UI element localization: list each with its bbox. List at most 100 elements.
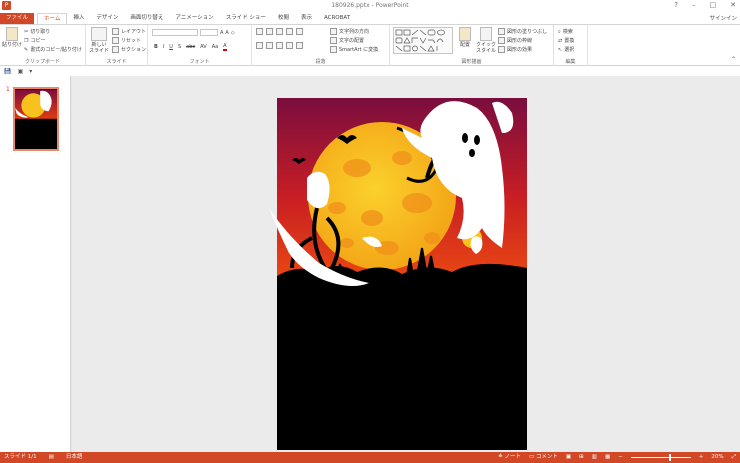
select-button[interactable]: ↖ 選択 — [558, 46, 574, 54]
section-button[interactable]: セクション — [112, 46, 146, 53]
tab-review[interactable]: 校閲 — [272, 13, 295, 24]
strikethrough-button[interactable]: abc — [186, 44, 195, 50]
tab-animations[interactable]: アニメーション — [169, 13, 219, 24]
zoom-out-button[interactable]: − — [618, 452, 623, 463]
tab-acrobat[interactable]: ACROBAT — [318, 13, 356, 24]
customize-qat-icon[interactable]: ▾ — [29, 68, 32, 75]
tab-design[interactable]: デザイン — [90, 13, 124, 24]
slideshow-view-icon[interactable]: ▦ — [605, 452, 610, 463]
bullets-icon[interactable] — [256, 28, 263, 35]
search-icon: ⌕ — [558, 28, 561, 35]
align-right-icon[interactable] — [276, 42, 283, 49]
text-direction-icon — [330, 28, 337, 35]
thumbnail-image — [15, 89, 57, 149]
select-arrow-icon: ↖ — [558, 46, 563, 53]
workspace: 1 — [0, 76, 740, 452]
smartart-button[interactable]: SmartArt に変換 — [330, 46, 378, 53]
spellcheck-icon[interactable]: ▤ — [49, 452, 54, 463]
slide-sorter-icon[interactable]: ⊞ — [579, 452, 584, 463]
smartart-icon — [330, 46, 337, 53]
shape-outline-button[interactable]: 図形の枠線 — [498, 37, 532, 44]
paste-icon — [6, 27, 18, 41]
shape-effects-button[interactable]: 図形の効果 — [498, 46, 532, 53]
comments-button[interactable]: ▭ コメント — [529, 452, 558, 463]
zoom-in-button[interactable]: + — [699, 452, 704, 463]
signin-link[interactable]: サインイン — [709, 14, 737, 22]
slide-canvas[interactable] — [269, 98, 527, 450]
save-icon[interactable]: 💾︎ — [4, 68, 12, 75]
close-button[interactable]: ✕ — [730, 1, 736, 9]
copy-button[interactable]: ❐ コピー — [24, 37, 46, 45]
numbering-icon[interactable] — [266, 28, 273, 35]
editing-group: ⌕ 検索 ⇄ 置換 ↖ 選択 編集 — [554, 25, 588, 66]
slide-thumbnail[interactable] — [13, 87, 59, 151]
align-text-button[interactable]: 文字の配置 — [330, 37, 364, 44]
text-direction-button[interactable]: 文字列の方向 — [330, 28, 369, 35]
find-button[interactable]: ⌕ 検索 — [558, 28, 573, 36]
copy-icon: ❐ — [24, 37, 29, 44]
new-slide-button[interactable]: 新しい スライド — [89, 27, 109, 54]
tab-insert[interactable]: 挿入 — [67, 13, 90, 24]
grow-font-icon[interactable]: A — [220, 30, 223, 36]
italic-button[interactable]: I — [163, 44, 164, 50]
help-icon[interactable]: ? — [674, 1, 678, 9]
arrange-button[interactable]: 配置 — [456, 27, 474, 48]
bold-button[interactable]: B — [154, 44, 158, 50]
effects-icon — [498, 46, 505, 53]
replace-icon: ⇄ — [558, 37, 563, 44]
underline-button[interactable]: U — [169, 44, 173, 50]
shadow-button[interactable]: S — [178, 44, 181, 50]
font-group: A A ◇ B I U S abc AV Aa A フォント — [148, 25, 252, 66]
slide-editor — [72, 76, 740, 452]
window-title: 180926.pptx - PowerPoint — [331, 2, 409, 9]
tab-home[interactable]: ホーム — [37, 13, 68, 24]
char-spacing-button[interactable]: AV — [200, 44, 207, 50]
quick-access-bar: 💾︎ ▣ ▾ — [0, 66, 740, 76]
start-slideshow-icon[interactable]: ▣ — [18, 68, 24, 75]
reset-icon — [112, 37, 119, 44]
maximize-button[interactable]: □ — [710, 1, 717, 9]
shapes-gallery[interactable] — [393, 27, 453, 54]
increase-indent-icon[interactable] — [286, 28, 293, 35]
layout-button[interactable]: レイアウト — [112, 28, 146, 35]
replace-button[interactable]: ⇄ 置換 — [558, 37, 574, 45]
collapse-ribbon-icon[interactable]: ⌃ — [731, 56, 736, 63]
reset-button[interactable]: リセット — [112, 37, 141, 44]
tab-slideshow[interactable]: スライド ショー — [220, 13, 272, 24]
zoom-slider-thumb[interactable] — [668, 454, 671, 461]
justify-icon[interactable] — [286, 42, 293, 49]
brush-icon: ✎ — [24, 46, 29, 53]
shrink-font-icon[interactable]: A — [225, 30, 228, 36]
halloween-illustration — [269, 98, 527, 450]
slides-group: 新しい スライド レイアウト リセット セクション スライド — [86, 25, 148, 66]
notes-button[interactable]: ≙ ノート — [498, 452, 521, 463]
quick-styles-button[interactable]: クイック スタイル — [476, 27, 496, 54]
line-spacing-icon[interactable] — [296, 28, 303, 35]
align-center-icon[interactable] — [266, 42, 273, 49]
change-case-button[interactable]: Aa — [212, 44, 218, 50]
reading-view-icon[interactable]: ▥ — [592, 452, 597, 463]
decrease-indent-icon[interactable] — [276, 28, 283, 35]
minimize-button[interactable]: – — [692, 1, 696, 9]
status-bar: スライド 1/1 ▤ 日本語 ≙ ノート ▭ コメント ▣ ⊞ ▥ ▦ − + … — [0, 452, 740, 463]
font-size-combo[interactable] — [200, 29, 218, 36]
columns-icon[interactable] — [296, 42, 303, 49]
language-indicator[interactable]: 日本語 — [66, 452, 83, 463]
font-color-button[interactable]: A — [223, 43, 227, 51]
tab-transitions[interactable]: 画面切り替え — [124, 13, 169, 24]
paragraph-group: 文字列の方向 文字の配置 SmartArt に変換 段落 — [252, 25, 390, 66]
cut-button[interactable]: ✂ 切り取り — [24, 28, 50, 36]
normal-view-icon[interactable]: ▣ — [566, 452, 571, 463]
format-painter-button[interactable]: ✎ 書式のコピー/貼り付け — [24, 46, 82, 54]
zoom-slider[interactable] — [630, 454, 691, 461]
shape-fill-button[interactable]: 図形の塗りつぶし — [498, 28, 547, 35]
tab-view[interactable]: 表示 — [295, 13, 318, 24]
fit-slide-icon[interactable]: ⤢ — [732, 452, 736, 463]
tab-file[interactable]: ファイル — [0, 13, 35, 24]
paste-button[interactable]: 貼り付け — [2, 27, 22, 48]
align-left-icon[interactable] — [256, 42, 263, 49]
layout-icon — [112, 28, 119, 35]
clear-format-icon[interactable]: ◇ — [231, 30, 235, 36]
font-name-combo[interactable] — [152, 29, 198, 36]
zoom-level[interactable]: 20% — [711, 452, 723, 463]
